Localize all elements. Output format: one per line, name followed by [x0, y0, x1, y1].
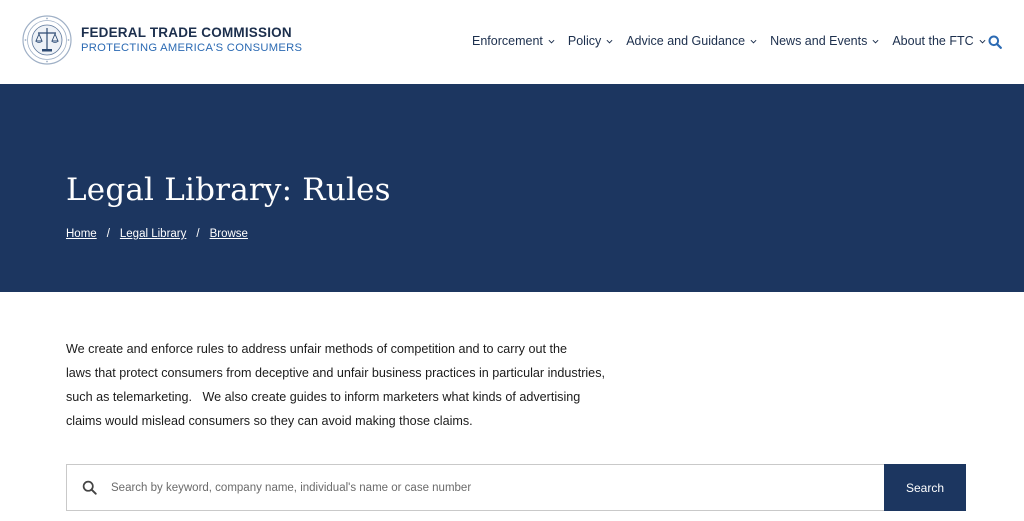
breadcrumb-separator: /: [196, 228, 200, 240]
search-button[interactable]: Search: [884, 464, 966, 511]
nav-label: News and Events: [770, 34, 868, 48]
chevron-down-icon: [548, 39, 555, 43]
intro-line: We create and enforce rules to address u…: [66, 342, 567, 356]
site-header: FEDERAL TRADE COMMISSION PROTECTING AMER…: [0, 0, 1024, 84]
search-input[interactable]: [111, 465, 884, 510]
brand-block[interactable]: FEDERAL TRADE COMMISSION PROTECTING AMER…: [81, 25, 302, 55]
nav-label: Advice and Guidance: [626, 34, 746, 48]
nav-label: Policy: [567, 34, 602, 48]
nav-label: Enforcement: [472, 34, 543, 48]
intro-line: such as telemarketing. We also create gu…: [66, 390, 581, 404]
search-icon: [988, 35, 1002, 49]
main-nav: Enforcement Policy Advice and Guidance N…: [472, 33, 999, 49]
header-search-button[interactable]: [988, 35, 1002, 49]
intro-line: laws that protect consumers from decepti…: [66, 366, 605, 380]
intro-text: We create and enforce rules to address u…: [66, 337, 666, 433]
page-title: Legal Library: Rules: [66, 172, 391, 208]
nav-item-about-the-ftc[interactable]: About the FTC: [892, 34, 986, 48]
chevron-down-icon: [750, 39, 757, 43]
search-icon: [82, 480, 97, 495]
chevron-down-icon: [606, 39, 613, 43]
nav-item-enforcement[interactable]: Enforcement: [472, 34, 555, 48]
ftc-seal-icon[interactable]: [22, 15, 72, 65]
nav-item-news-and-events[interactable]: News and Events: [770, 34, 879, 48]
breadcrumb-separator: /: [106, 228, 110, 240]
nav-label: About the FTC: [892, 34, 974, 48]
search-bar: Search: [66, 464, 966, 511]
breadcrumb: Home / Legal Library / Browse: [66, 228, 248, 240]
brand-tagline: PROTECTING AMERICA'S CONSUMERS: [81, 42, 303, 54]
nav-item-advice-and-guidance[interactable]: Advice and Guidance: [626, 34, 757, 48]
chevron-down-icon: [872, 39, 879, 43]
chevron-down-icon: [979, 39, 986, 43]
search-field-icon: [67, 465, 111, 510]
intro-line: claims would mislead consumers so they c…: [66, 414, 473, 428]
breadcrumb-legal-library[interactable]: Legal Library: [120, 228, 186, 240]
breadcrumb-browse[interactable]: Browse: [210, 228, 248, 240]
brand-name: FEDERAL TRADE COMMISSION: [81, 25, 292, 40]
hero-banner: Legal Library: Rules Home / Legal Librar…: [0, 84, 1024, 292]
breadcrumb-home[interactable]: Home: [66, 228, 97, 240]
nav-item-policy[interactable]: Policy: [568, 34, 613, 48]
